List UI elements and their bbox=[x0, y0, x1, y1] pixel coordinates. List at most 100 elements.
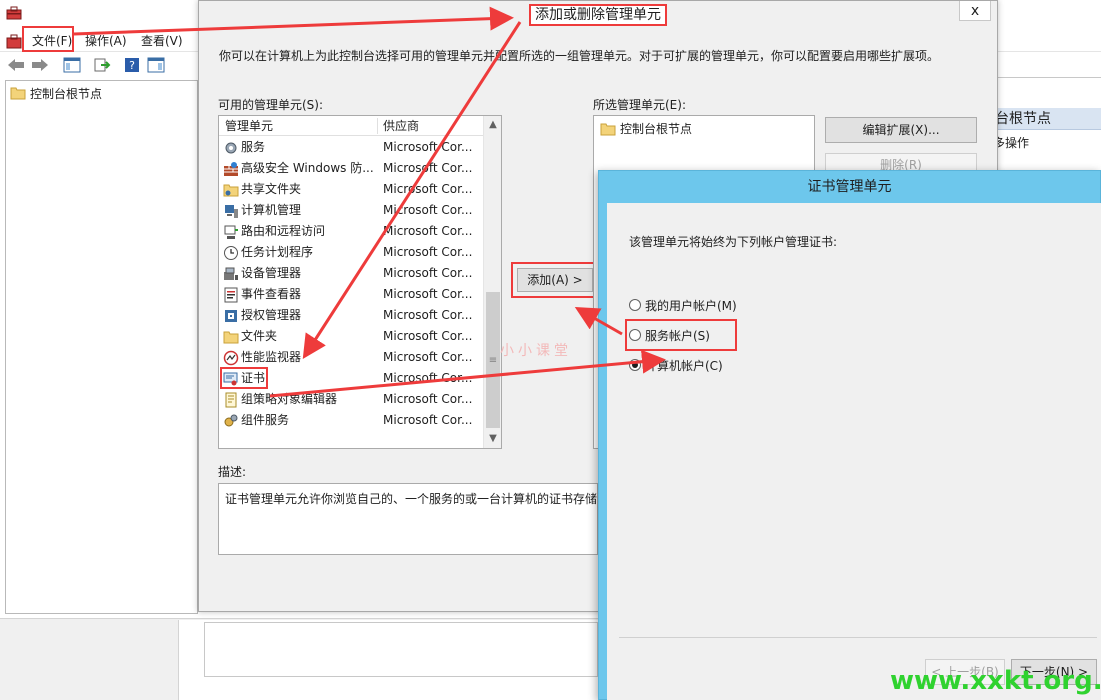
column-header-vendor[interactable]: 供应商 bbox=[383, 118, 419, 134]
menu-view[interactable]: 查看(V) bbox=[137, 32, 187, 50]
cert-dialog-client: 该管理单元将始终为下列帐户管理证书: 我的用户帐户(M) 服务帐户(S) 计算机… bbox=[607, 203, 1101, 700]
site-watermark: www.xxkt.org.cn bbox=[890, 666, 1101, 696]
scroll-thumb[interactable]: ≡ bbox=[486, 292, 500, 428]
cert-dialog-intro: 该管理单元将始终为下列帐户管理证书: bbox=[629, 235, 838, 249]
list-header: 管理单元 供应商 bbox=[219, 116, 483, 136]
toolbar: ? bbox=[0, 52, 200, 78]
snapin-name: 路由和远程访问 bbox=[241, 224, 326, 238]
performance-icon bbox=[223, 350, 239, 366]
snapin-name: 事件查看器 bbox=[241, 287, 302, 301]
show-hide-tree-button[interactable] bbox=[62, 55, 82, 75]
computer-account-highlight bbox=[625, 319, 737, 351]
toolbox-icon bbox=[6, 6, 22, 20]
svg-text:?: ? bbox=[129, 59, 135, 72]
radio-computer-account[interactable]: 计算机帐户(C) bbox=[629, 355, 723, 375]
snapin-vendor: Microsoft Cor... bbox=[383, 392, 473, 406]
snapin-row[interactable]: 高级安全 Windows 防... Microsoft Cor... bbox=[219, 158, 483, 179]
dialog-intro: 你可以在计算机上为此控制台选择可用的管理单元并配置所选的一组管理单元。对于可扩展… bbox=[219, 49, 940, 63]
close-button[interactable]: x bbox=[959, 1, 991, 21]
snapin-name: 性能监视器 bbox=[241, 350, 302, 364]
snapin-row[interactable]: 路由和远程访问 Microsoft Cor... bbox=[219, 221, 483, 242]
snapin-name: 任务计划程序 bbox=[241, 245, 314, 259]
snapin-vendor: Microsoft Cor... bbox=[383, 329, 473, 343]
snapin-name: 组件服务 bbox=[241, 413, 290, 427]
shared-folder-icon bbox=[223, 184, 239, 197]
snapin-row[interactable]: 共享文件夹 Microsoft Cor... bbox=[219, 179, 483, 200]
back-button[interactable] bbox=[6, 55, 26, 75]
forward-button[interactable] bbox=[30, 55, 50, 75]
menu-action[interactable]: 操作(A) bbox=[81, 32, 131, 50]
snapin-name: 设备管理器 bbox=[241, 266, 302, 280]
actions-topbar bbox=[993, 30, 1101, 78]
selected-item-label: 控制台根节点 bbox=[620, 122, 693, 136]
help-button[interactable]: ? bbox=[122, 55, 142, 75]
snapin-vendor: Microsoft Cor... bbox=[383, 224, 473, 238]
selected-snapins-label: 所选管理单元(E): bbox=[593, 98, 686, 112]
component-services-icon bbox=[224, 414, 238, 427]
radio-label: 我的用户帐户(M) bbox=[645, 298, 737, 313]
arrow-left-icon bbox=[8, 59, 24, 71]
radio-my-user-account[interactable]: 我的用户帐户(M) bbox=[629, 295, 737, 315]
available-snapins-list[interactable]: 管理单元 供应商 服务 Microsoft Cor... 高级安全 Windows … bbox=[218, 115, 502, 449]
snapin-row[interactable]: 组策略对象编辑器 Microsoft Cor... bbox=[219, 389, 483, 410]
scroll-down-icon[interactable]: ▼ bbox=[484, 430, 501, 448]
export-icon bbox=[94, 58, 111, 72]
snapin-name: 共享文件夹 bbox=[241, 182, 302, 196]
column-header-snapin[interactable]: 管理单元 bbox=[225, 118, 273, 134]
tree-item-console-root[interactable]: 控制台根节点 bbox=[10, 84, 102, 102]
scroll-up-icon[interactable]: ▲ bbox=[484, 116, 501, 134]
radio-button[interactable] bbox=[629, 359, 641, 371]
console-tree-icon bbox=[63, 57, 81, 73]
selected-item-console-root[interactable]: 控制台根节点 bbox=[600, 120, 692, 137]
vertical-scrollbar[interactable]: ▲ ≡ ▼ bbox=[483, 116, 501, 448]
snapin-row[interactable]: 计算机管理 Microsoft Cor... bbox=[219, 200, 483, 221]
actions-pane: 台根节点 多操作 bbox=[993, 106, 1101, 166]
description-box: 证书管理单元允许你浏览自己的、一个服务的或一台计算机的证书存储的 bbox=[218, 483, 598, 555]
export-list-button[interactable] bbox=[92, 55, 112, 75]
show-hide-action-pane-button[interactable] bbox=[146, 55, 166, 75]
dialog-title: 添加或删除管理单元 bbox=[529, 4, 667, 26]
arrow-right-icon bbox=[32, 59, 48, 71]
help-icon: ? bbox=[125, 58, 139, 72]
dialog-title-wrap: 添加或删除管理单元 bbox=[199, 4, 997, 26]
folder-icon bbox=[223, 331, 239, 344]
snapin-vendor: Microsoft Cor... bbox=[383, 308, 473, 322]
folder-icon bbox=[600, 123, 616, 135]
snapin-vendor: Microsoft Cor... bbox=[383, 182, 473, 196]
radio-button[interactable] bbox=[629, 299, 641, 311]
edit-extensions-button[interactable]: 编辑扩展(X)... bbox=[825, 117, 977, 143]
radio-label: 计算机帐户(C) bbox=[645, 358, 723, 373]
snapin-row[interactable]: 组件服务 Microsoft Cor... bbox=[219, 410, 483, 431]
snapin-row[interactable]: 授权管理器 Microsoft Cor... bbox=[219, 305, 483, 326]
watermark: 小小课堂 bbox=[500, 343, 572, 359]
snapin-row[interactable]: 性能监视器 Microsoft Cor... bbox=[219, 347, 483, 368]
snapin-vendor: Microsoft Cor... bbox=[383, 245, 473, 259]
close-icon: x bbox=[970, 3, 980, 19]
snapin-row[interactable]: 服务 Microsoft Cor... bbox=[219, 137, 483, 158]
routing-icon bbox=[224, 225, 238, 239]
tree-item-label: 控制台根节点 bbox=[30, 86, 103, 101]
snapin-row[interactable]: 文件夹 Microsoft Cor... bbox=[219, 326, 483, 347]
clock-icon bbox=[224, 246, 238, 260]
snapin-row[interactable]: 事件查看器 Microsoft Cor... bbox=[219, 284, 483, 305]
snapin-name: 计算机管理 bbox=[241, 203, 302, 217]
snapin-row[interactable]: 任务计划程序 Microsoft Cor... bbox=[219, 242, 483, 263]
computer-management-icon bbox=[225, 205, 238, 218]
snapin-name: 服务 bbox=[241, 140, 266, 154]
actions-more-link[interactable]: 多操作 bbox=[993, 134, 1029, 151]
firewall-icon bbox=[224, 162, 238, 176]
console-tree: 控制台根节点 bbox=[5, 80, 198, 614]
bottom-pane-box bbox=[204, 622, 598, 677]
column-separator bbox=[377, 118, 378, 134]
description-label: 描述: bbox=[218, 465, 247, 479]
snapin-row[interactable]: 设备管理器 Microsoft Cor... bbox=[219, 263, 483, 284]
snapin-vendor: Microsoft Cor... bbox=[383, 203, 473, 217]
snapin-vendor: Microsoft Cor... bbox=[383, 413, 473, 427]
action-pane-icon bbox=[147, 57, 165, 73]
snapin-vendor: Microsoft Cor... bbox=[383, 371, 473, 385]
folder-icon bbox=[10, 87, 26, 100]
add-button-highlight: 添加(A) > bbox=[511, 262, 599, 298]
snapin-name: 文件夹 bbox=[241, 329, 278, 343]
gear-icon bbox=[225, 142, 237, 154]
add-button[interactable]: 添加(A) > bbox=[517, 268, 593, 292]
